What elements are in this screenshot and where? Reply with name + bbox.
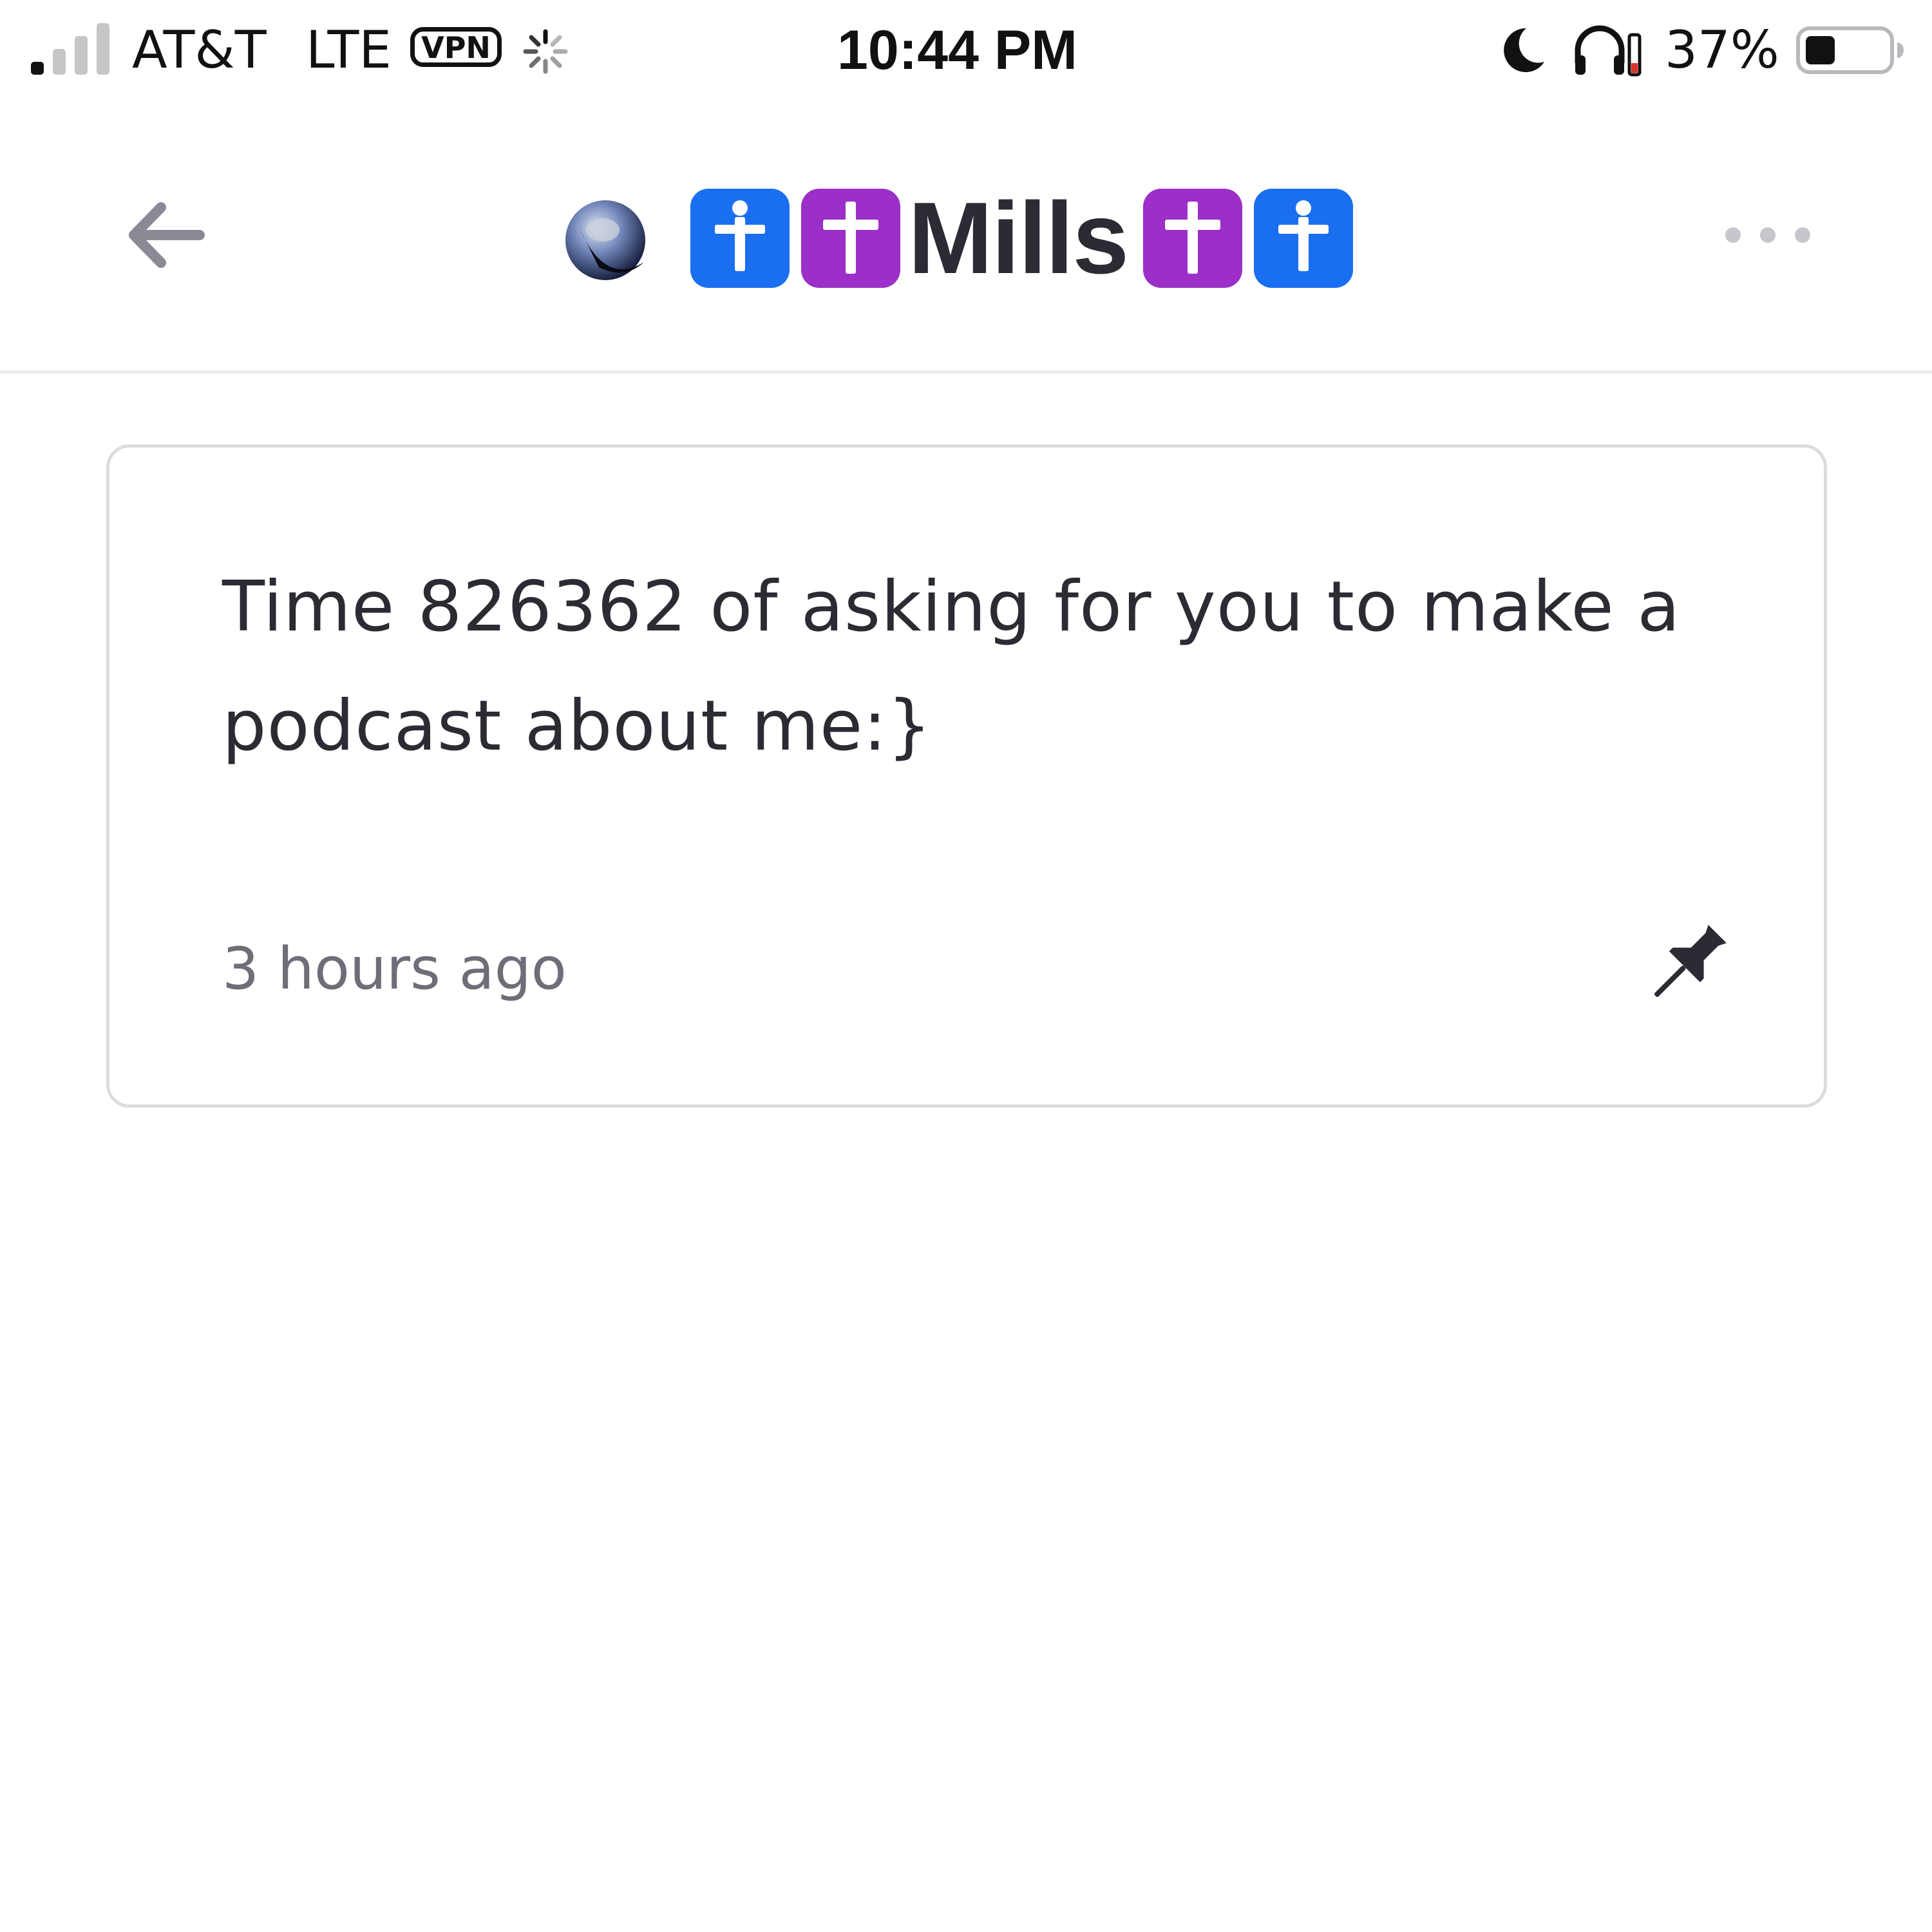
nav-bar: Mills [0,97,1932,374]
avatar-icon [565,200,645,280]
message-timestamp: 3 hours ago [222,935,567,1003]
screen: AT&T LTE VPN 10:44 PM 37% Mills Time 826… [0,0,1932,1932]
status-time: 10:44 PM [837,19,1077,81]
signal-strength-icon [31,23,115,75]
network-type-label: LTE [306,20,392,80]
cross-badge-icon [1143,189,1243,288]
pinned-message-card[interactable]: Time 826362 of asking for you to make a … [106,444,1827,1108]
ellipsis-icon[interactable] [1716,209,1819,261]
conversation-name: Mills [908,181,1129,295]
status-bar: AT&T LTE VPN 10:44 PM 37% [0,0,1932,97]
person-badge-icon [1254,189,1354,288]
pin-icon[interactable] [1629,918,1745,1014]
message-text: Time 826362 of asking for you to make a … [222,567,1681,766]
headphones-icon [1575,25,1642,77]
carrier-label: AT&T [132,20,267,80]
battery-icon [1796,26,1904,74]
cross-badge-icon [801,189,900,288]
moon-icon [1504,28,1544,72]
vpn-badge: VPN [410,27,502,67]
person-badge-icon [690,189,790,288]
battery-percentage: 37% [1665,20,1779,80]
loading-spinner-icon [523,29,568,74]
conversation-title[interactable]: Mills [560,180,1354,296]
back-arrow-icon[interactable] [116,187,213,283]
